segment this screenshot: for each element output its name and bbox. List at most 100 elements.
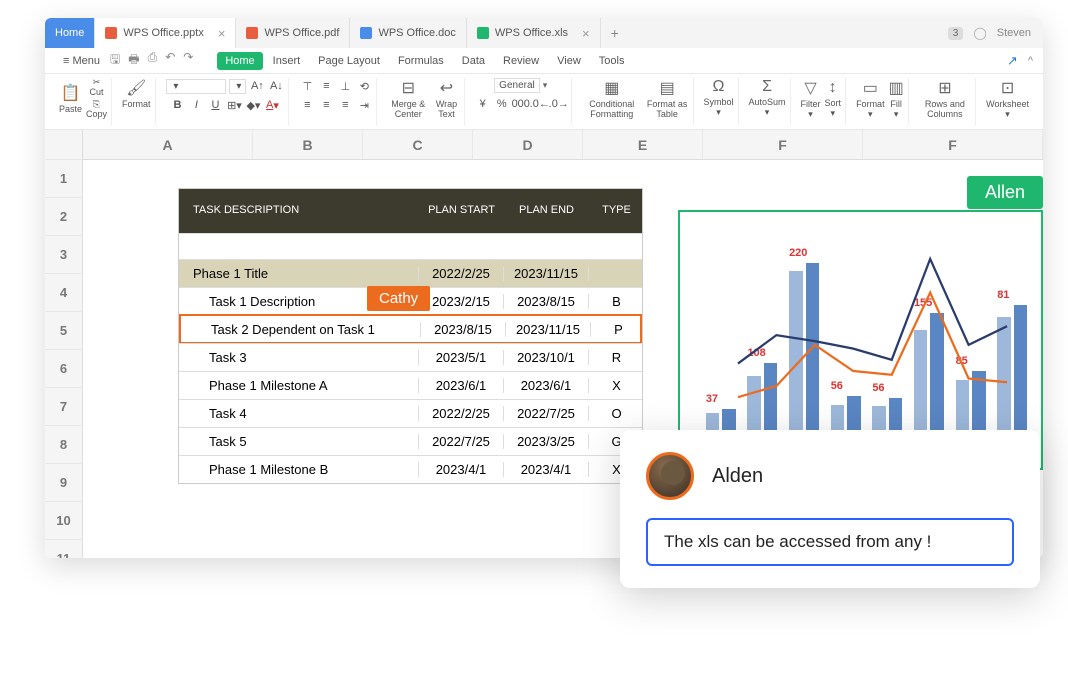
decrease-font-icon[interactable]: A↓ [268, 78, 284, 94]
cell-description[interactable]: Task 3 [179, 350, 419, 365]
preview-icon[interactable]: ⎙ [148, 50, 158, 71]
print-icon[interactable]: 🖶 [128, 50, 139, 71]
cell-plan-start[interactable]: 2022/2/25 [419, 266, 504, 281]
fill-button[interactable]: ▥Fill ▾ [889, 78, 904, 120]
close-icon[interactable]: × [218, 26, 226, 41]
col-header[interactable]: F [703, 130, 863, 159]
row-header[interactable]: 10 [45, 502, 82, 540]
col-header[interactable]: D [473, 130, 583, 159]
cell-plan-end[interactable]: 2023/11/15 [504, 266, 589, 281]
currency-icon[interactable]: ¥ [475, 96, 491, 112]
cell-description[interactable]: Phase 1 Milestone B [179, 462, 419, 477]
menu-view[interactable]: View [549, 52, 589, 70]
cell-description[interactable]: Task 2 Dependent on Task 1 [181, 322, 421, 337]
cell-plan-end[interactable]: 2023/8/15 [504, 294, 589, 309]
undo-icon[interactable]: ↶ [165, 50, 175, 71]
table-row[interactable]: Task 42022/2/252022/7/25O [179, 399, 642, 427]
col-header[interactable]: A [83, 130, 253, 159]
sort-button[interactable]: ↕Sort ▾ [825, 79, 842, 119]
cell-plan-end[interactable]: 2023/10/1 [504, 350, 589, 365]
cell-plan-start[interactable]: 2023/6/1 [419, 378, 504, 393]
align-bottom-icon[interactable]: ⊥ [337, 78, 353, 94]
worksheet-button[interactable]: ⊡Worksheet ▾ [986, 78, 1029, 120]
table-row[interactable]: Task 2 Dependent on Task 12023/8/152023/… [179, 314, 642, 344]
italic-button[interactable]: I [188, 97, 204, 113]
table-row[interactable]: Phase 1 Milestone A2023/6/12023/6/1X [179, 371, 642, 399]
font-size-select[interactable]: ▾ [229, 79, 247, 94]
format-painter-button[interactable]: 🖌Format [122, 78, 151, 110]
row-header[interactable]: 1 [45, 160, 82, 198]
autosum-button[interactable]: ΣAutoSum ▾ [749, 78, 786, 118]
increase-font-icon[interactable]: A↑ [249, 78, 265, 94]
table-row[interactable]: Task 52022/7/252023/3/25G [179, 427, 642, 455]
cell-description[interactable]: Task 5 [179, 434, 419, 449]
align-middle-icon[interactable]: ≡ [318, 78, 334, 94]
conditional-formatting-button[interactable]: ▦Conditional Formatting [582, 78, 642, 120]
table-row[interactable]: Phase 1 Milestone B2023/4/12023/4/1X [179, 455, 642, 483]
bold-button[interactable]: B [169, 97, 185, 113]
row-header[interactable]: 5 [45, 312, 82, 350]
align-right-icon[interactable]: ≡ [337, 97, 353, 113]
row-header[interactable]: 2 [45, 198, 82, 236]
tab-doc[interactable]: WPS Office.doc [350, 18, 466, 48]
row-header[interactable]: 7 [45, 388, 82, 426]
row-header[interactable]: 9 [45, 464, 82, 502]
border-button[interactable]: ⊞▾ [226, 97, 242, 113]
menu-button[interactable]: ≡ Menu [55, 52, 108, 70]
col-header[interactable]: B [253, 130, 363, 159]
rows-columns-button[interactable]: ⊞Rows and Columns [919, 78, 971, 120]
menu-page-layout[interactable]: Page Layout [310, 52, 388, 70]
orientation-icon[interactable]: ⟲ [356, 78, 372, 94]
tab-pptx[interactable]: WPS Office.pptx× [95, 18, 236, 48]
fill-color-button[interactable]: ◆▾ [245, 97, 261, 113]
row-header[interactable]: 11 [45, 540, 82, 558]
redo-icon[interactable]: ↷ [183, 50, 193, 71]
font-family-select[interactable]: ▾ [166, 79, 226, 94]
filter-button[interactable]: ▽Filter ▾ [801, 78, 821, 120]
col-header[interactable]: F [863, 130, 1043, 159]
table-row[interactable] [179, 233, 642, 259]
cell-plan-end[interactable]: 2023/6/1 [504, 378, 589, 393]
cell-description[interactable]: Task 4 [179, 406, 419, 421]
cell-plan-start[interactable]: 2023/8/15 [421, 322, 506, 337]
increase-decimal-icon[interactable]: .0← [532, 96, 548, 112]
tab-pdf[interactable]: WPS Office.pdf [236, 18, 350, 48]
menu-insert[interactable]: Insert [265, 52, 309, 70]
tab-xls[interactable]: WPS Office.xls× [467, 18, 601, 48]
wrap-text-button[interactable]: ↩Wrap Text [433, 78, 460, 120]
number-format-select[interactable]: General [494, 78, 540, 93]
align-left-icon[interactable]: ≡ [299, 97, 315, 113]
cell-plan-end[interactable]: 2022/7/25 [504, 406, 589, 421]
col-header[interactable]: E [583, 130, 703, 159]
format-button[interactable]: ▭Format ▾ [856, 78, 885, 120]
col-header[interactable]: C [363, 130, 473, 159]
menu-formulas[interactable]: Formulas [390, 52, 452, 70]
cell-plan-end[interactable]: 2023/11/15 [506, 322, 591, 337]
align-center-icon[interactable]: ≡ [318, 97, 334, 113]
collapse-ribbon-icon[interactable]: ^ [1028, 55, 1033, 67]
percent-icon[interactable]: % [494, 96, 510, 112]
cell-type[interactable]: X [589, 378, 644, 393]
table-row[interactable]: Task 1 Description2023/2/152023/8/15BCat… [179, 287, 642, 315]
merge-center-button[interactable]: ⊟Merge & Center [387, 78, 429, 120]
menu-review[interactable]: Review [495, 52, 547, 70]
close-icon[interactable]: × [582, 26, 590, 41]
cell-plan-end[interactable]: 2023/3/25 [504, 434, 589, 449]
table-row[interactable]: Task 32023/5/12023/10/1R [179, 343, 642, 371]
decrease-decimal-icon[interactable]: .0→ [551, 96, 567, 112]
menu-tools[interactable]: Tools [591, 52, 633, 70]
cell-description[interactable]: Phase 1 Title [179, 266, 419, 281]
cell-type[interactable]: B [589, 294, 644, 309]
format-as-table-button[interactable]: ▤Format as Table [646, 78, 689, 120]
row-header[interactable]: 3 [45, 236, 82, 274]
save-icon[interactable]: 🖫 [110, 50, 120, 71]
row-header[interactable]: 8 [45, 426, 82, 464]
tab-home[interactable]: Home [45, 18, 95, 48]
tab-add-button[interactable]: + [601, 18, 629, 48]
align-top-icon[interactable]: ⊤ [299, 78, 315, 94]
indent-icon[interactable]: ⇥ [356, 97, 372, 113]
font-color-button[interactable]: A▾ [264, 97, 280, 113]
cell-description[interactable]: Phase 1 Milestone A [179, 378, 419, 393]
row-header[interactable]: 6 [45, 350, 82, 388]
copy-button[interactable]: ⎘ Copy [86, 100, 107, 120]
